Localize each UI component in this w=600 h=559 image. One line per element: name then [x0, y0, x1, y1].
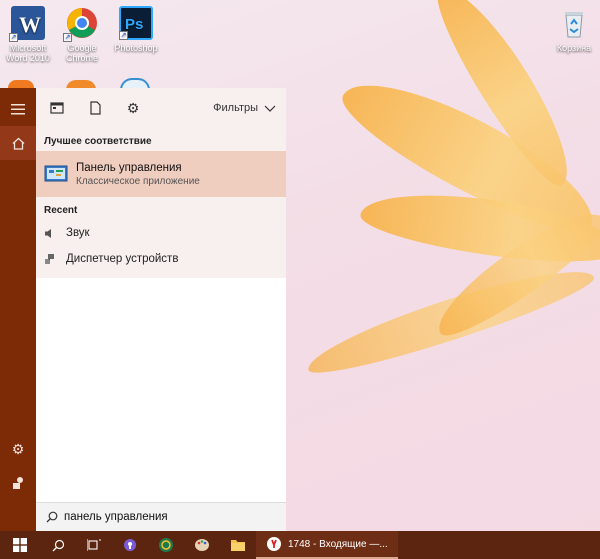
settings-button[interactable]: ⚙ — [0, 432, 36, 466]
task-view-icon — [87, 539, 101, 551]
chevron-down-icon — [264, 105, 276, 112]
word-icon: W ↗ — [9, 6, 45, 42]
desktop-icon-word[interactable]: W ↗ Microsoft Word 2010 — [0, 6, 56, 63]
home-icon — [12, 137, 24, 150]
home-button[interactable] — [0, 126, 36, 160]
start-rail: ⚙ — [0, 88, 36, 531]
panel-toolbar: ⚙ Фильтры — [36, 88, 286, 128]
desktop-icon-photoshop[interactable]: Ps ↗ Photoshop — [108, 6, 164, 53]
feedback-icon — [13, 477, 23, 489]
desktop-icon-label: Microsoft Word 2010 — [6, 43, 50, 63]
recycle-bin-icon — [557, 6, 591, 40]
feedback-button[interactable] — [0, 466, 36, 500]
filters-label: Фильтры — [213, 102, 258, 114]
desktop-icon-recycle-bin[interactable]: Корзина — [546, 6, 600, 53]
control-panel-icon — [44, 164, 68, 184]
start-button[interactable] — [0, 531, 40, 559]
settings-filter-button[interactable]: ⚙ — [120, 95, 146, 121]
photoshop-icon: Ps ↗ — [119, 6, 153, 40]
desktop-icon-label: Google Chrome — [65, 43, 98, 63]
menu-hamburger-button[interactable] — [0, 92, 36, 126]
hamburger-icon — [11, 104, 25, 115]
windows-logo-icon — [13, 538, 27, 552]
filters-dropdown[interactable]: Фильтры — [213, 102, 276, 114]
taskbar-app-1[interactable] — [148, 531, 184, 559]
svg-text:W: W — [19, 12, 41, 37]
recent-header: Recent — [36, 197, 286, 220]
recent-item-sound[interactable]: Звук — [36, 220, 286, 246]
search-icon — [52, 539, 64, 551]
recent-item-label: Звук — [66, 227, 90, 239]
app-globe-icon — [159, 538, 173, 552]
search-icon — [46, 511, 58, 523]
cortana-icon — [124, 539, 136, 551]
cortana-button[interactable] — [112, 531, 148, 559]
desktop-icon-label: Корзина — [556, 43, 592, 53]
best-match-subtitle: Классическое приложение — [76, 175, 200, 187]
apps-filter-button[interactable] — [44, 95, 70, 121]
best-match-title: Панель управления — [76, 161, 182, 174]
search-query: панель управления — [64, 511, 168, 523]
taskbar-app-paint[interactable] — [184, 531, 220, 559]
task-view-button[interactable] — [76, 531, 112, 559]
taskbar-browser-window[interactable]: 1748 - Входящие —... — [256, 531, 398, 559]
documents-filter-button[interactable] — [82, 95, 108, 121]
taskbar-window-title: 1748 - Входящие —... — [288, 538, 388, 550]
taskbar-search-button[interactable] — [40, 531, 76, 559]
desktop-icon-chrome[interactable]: ↗ Google Chrome — [54, 6, 110, 63]
desktop-icon-label: Photoshop — [114, 43, 158, 53]
paint-palette-icon — [195, 539, 209, 551]
chrome-icon: ↗ — [63, 6, 99, 42]
document-icon — [89, 101, 101, 115]
recent-item-device-manager[interactable]: Диспетчер устройств — [36, 246, 286, 272]
window-icon — [50, 102, 64, 114]
folder-icon — [231, 540, 245, 551]
device-manager-icon — [44, 253, 58, 265]
search-results-panel: ⚙ Фильтры Лучшее соответствие Панель упр… — [36, 88, 286, 531]
yandex-browser-icon — [267, 537, 281, 551]
search-input[interactable]: панель управления — [36, 502, 286, 531]
taskbar: 1748 - Входящие —... — [0, 531, 600, 559]
best-match-item[interactable]: Панель управления Классическое приложени… — [36, 151, 286, 197]
speaker-icon — [44, 228, 58, 239]
gear-icon: ⚙ — [11, 440, 25, 457]
best-match-header: Лучшее соответствие — [36, 128, 286, 151]
taskbar-file-explorer[interactable] — [220, 531, 256, 559]
recent-item-label: Диспетчер устройств — [66, 253, 179, 265]
recent-section: Recent Звук Диспетчер устройств — [36, 197, 286, 278]
gear-icon: ⚙ — [126, 99, 140, 116]
